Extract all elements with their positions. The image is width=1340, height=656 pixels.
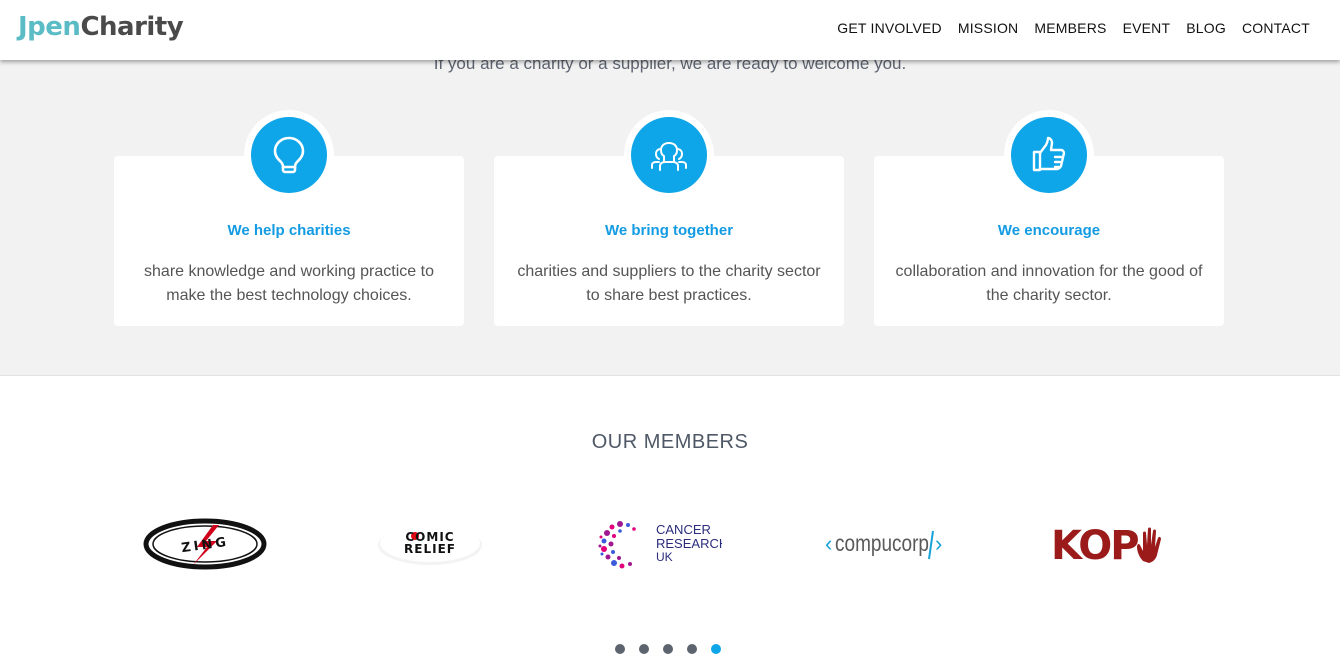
compucorp-logo[interactable]: ‹ compucorp › bbox=[822, 508, 950, 580]
openCharity-logo[interactable]: JpenCharity bbox=[18, 10, 184, 44]
lightbulb-icon bbox=[251, 117, 327, 193]
feature-title: We encourage bbox=[997, 222, 1101, 239]
site-header: JpenCharity GET INVOLVED MISSION MEMBERS… bbox=[0, 0, 1340, 60]
kop-logo[interactable]: KOP bbox=[1050, 508, 1174, 580]
carousel-dot-4[interactable] bbox=[687, 644, 697, 654]
logo-part-2: Charity bbox=[80, 12, 184, 42]
main-nav: GET INVOLVED MISSION MEMBERS EVENT BLOG … bbox=[837, 20, 1310, 36]
nav-members[interactable]: MEMBERS bbox=[1034, 20, 1106, 36]
carousel-dot-2[interactable] bbox=[639, 644, 649, 654]
nav-contact[interactable]: CONTACT bbox=[1242, 20, 1310, 36]
cruk-line2: RESEARCH bbox=[656, 536, 722, 551]
carousel-dots bbox=[615, 644, 721, 654]
svg-text:›: › bbox=[935, 531, 942, 556]
feature-card-together: We bring together charities and supplier… bbox=[494, 110, 844, 326]
compucorp-text: compucorp bbox=[835, 530, 929, 556]
nav-blog[interactable]: BLOG bbox=[1186, 20, 1226, 36]
zing-logo[interactable]: ZING bbox=[142, 508, 268, 580]
cancer-research-uk-logo[interactable]: CANCER RESEARCH UK bbox=[597, 508, 723, 580]
feature-text: collaboration and innovation for the goo… bbox=[895, 263, 1203, 304]
thumbs-up-icon bbox=[1011, 117, 1087, 193]
nav-get-involved[interactable]: GET INVOLVED bbox=[837, 20, 942, 36]
feature-text: charities and suppliers to the charity s… bbox=[517, 263, 821, 304]
feature-text: share knowledge and working practice to … bbox=[144, 263, 434, 304]
carousel-dot-5[interactable] bbox=[711, 644, 721, 654]
cruk-line3: UK bbox=[656, 550, 673, 564]
feature-title: We bring together bbox=[604, 222, 734, 239]
nav-mission[interactable]: MISSION bbox=[958, 20, 1019, 36]
carousel-dot-3[interactable] bbox=[663, 644, 673, 654]
comic-relief-line2: RELIEF bbox=[404, 542, 456, 556]
comic-relief-logo[interactable]: COMIC RELIEF bbox=[374, 508, 486, 580]
nav-event[interactable]: EVENT bbox=[1123, 20, 1171, 36]
carousel-dot-1[interactable] bbox=[615, 644, 625, 654]
feature-card-help: We help charities share knowledge and wo… bbox=[114, 110, 464, 326]
members-title: OUR MEMBERS bbox=[591, 431, 749, 453]
feature-title: We help charities bbox=[227, 222, 351, 239]
kop-text: KOP bbox=[1051, 523, 1138, 569]
logo-part-1: Jpen bbox=[18, 12, 81, 42]
cruk-line1: CANCER bbox=[656, 522, 711, 537]
feature-card-encourage: We encourage collaboration and innovatio… bbox=[874, 110, 1224, 326]
svg-text:‹: ‹ bbox=[825, 531, 832, 556]
people-icon bbox=[631, 117, 707, 193]
